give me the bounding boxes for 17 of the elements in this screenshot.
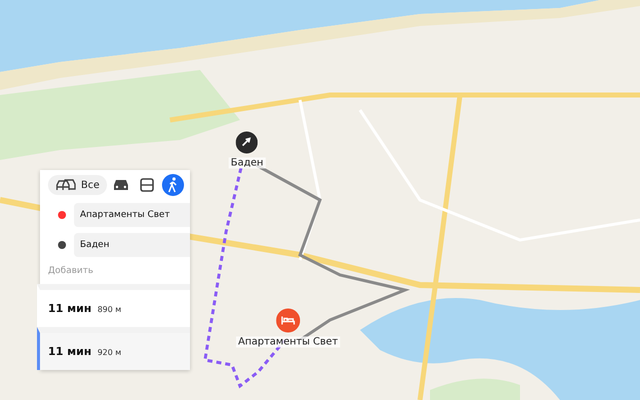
route-option[interactable]: 11 мин 920 м: [37, 327, 190, 370]
walking-person-icon: [167, 177, 179, 193]
bed-pin-icon[interactable]: [276, 308, 300, 332]
walking-tab[interactable]: [162, 174, 184, 196]
route-time: 11 мин: [48, 345, 92, 358]
route-distance: 890 м: [97, 305, 122, 314]
pin-icon[interactable]: [236, 132, 258, 154]
route-time: 11 мин: [48, 302, 92, 315]
route-distance: 920 м: [97, 348, 122, 357]
waypoint-field[interactable]: Апартаменты Свет: [74, 203, 190, 227]
place-label: Апартаменты Свет: [236, 336, 340, 348]
waypoint-field[interactable]: Баден: [74, 233, 190, 257]
route-option[interactable]: 11 мин 890 м: [37, 284, 190, 327]
all-modes-tab[interactable]: Все: [48, 175, 107, 195]
vehicles-icon: [55, 178, 77, 192]
car-icon: [113, 178, 130, 192]
place-label: Баден: [228, 158, 266, 168]
